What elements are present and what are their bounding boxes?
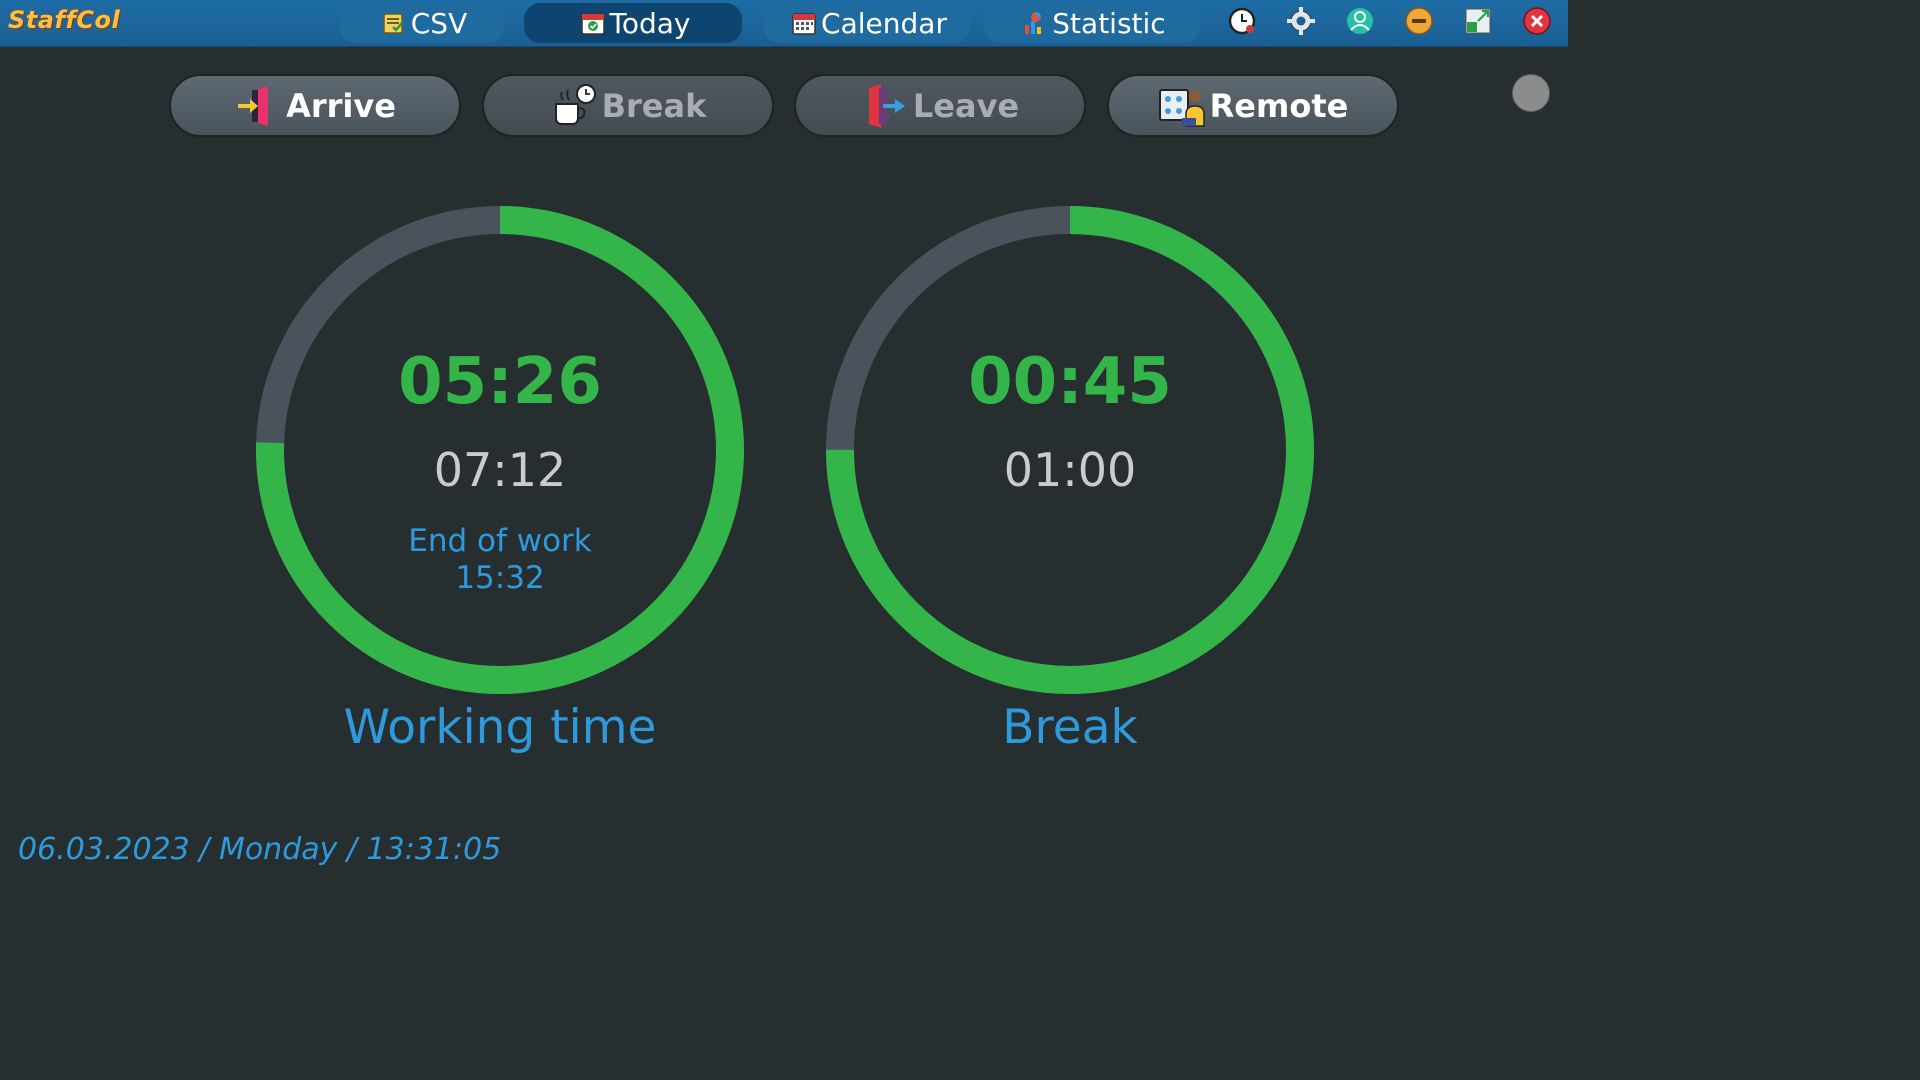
remote-work-icon xyxy=(1158,82,1206,130)
end-of-work: End of work 15:32 xyxy=(255,523,745,597)
user-icon xyxy=(1345,6,1375,40)
restore-icon xyxy=(1463,6,1493,40)
break-button[interactable]: Break xyxy=(482,74,774,137)
settings-button[interactable] xyxy=(1285,7,1317,39)
coffee-break-icon xyxy=(550,82,598,130)
status-indicator xyxy=(1512,74,1550,112)
clock-icon xyxy=(1227,6,1257,40)
leave-button[interactable]: Leave xyxy=(794,74,1086,137)
calendar-icon xyxy=(791,10,817,36)
end-of-work-label: End of work xyxy=(408,523,592,559)
minimize-button[interactable] xyxy=(1403,7,1435,39)
gear-icon xyxy=(1286,6,1316,40)
restore-button[interactable] xyxy=(1462,7,1494,39)
arrive-button[interactable]: Arrive xyxy=(169,74,461,137)
working-time-label: Working time xyxy=(343,700,657,755)
break-elapsed: 00:45 xyxy=(968,345,1172,419)
arrive-door-icon xyxy=(234,82,282,130)
leave-label: Leave xyxy=(912,86,1020,125)
break-label: Break xyxy=(1002,700,1138,755)
break-label: Break xyxy=(601,86,707,125)
current-datetime: 06.03.2023 / Monday / 13:31:05 xyxy=(18,832,502,867)
tab-csv-label: CSV xyxy=(410,6,468,40)
today-calendar-icon xyxy=(580,10,606,36)
working-target: 07:12 xyxy=(433,443,567,497)
break-gauge: 00:45 01:00 xyxy=(825,205,1315,695)
tab-calendar-label: Calendar xyxy=(821,6,947,40)
close-button[interactable] xyxy=(1521,7,1553,39)
leave-door-icon xyxy=(861,82,909,130)
user-button[interactable] xyxy=(1344,7,1376,39)
remote-button[interactable]: Remote xyxy=(1107,74,1399,137)
end-of-work-time: 15:32 xyxy=(455,560,545,596)
tab-statistic[interactable]: Statistic xyxy=(984,3,1200,43)
title-bar: StaffCol CSV Today Calendar Statistic xyxy=(0,0,1568,47)
break-target: 01:00 xyxy=(1003,443,1137,497)
minimize-icon xyxy=(1404,6,1434,40)
statistic-chart-icon xyxy=(1022,10,1048,36)
remote-label: Remote xyxy=(1209,86,1349,125)
close-icon xyxy=(1522,6,1552,40)
app-logo: StaffCol xyxy=(8,6,121,34)
clock-button[interactable] xyxy=(1226,7,1258,39)
tab-today[interactable]: Today xyxy=(524,3,742,43)
working-elapsed: 05:26 xyxy=(398,345,602,419)
tab-statistic-label: Statistic xyxy=(1052,6,1166,40)
tab-today-label: Today xyxy=(609,6,691,40)
working-time-gauge: 05:26 07:12 End of work 15:32 xyxy=(255,205,745,695)
csv-file-icon xyxy=(381,10,407,36)
arrive-label: Arrive xyxy=(286,86,396,125)
tab-csv[interactable]: CSV xyxy=(340,3,504,43)
tab-calendar[interactable]: Calendar xyxy=(764,3,970,43)
